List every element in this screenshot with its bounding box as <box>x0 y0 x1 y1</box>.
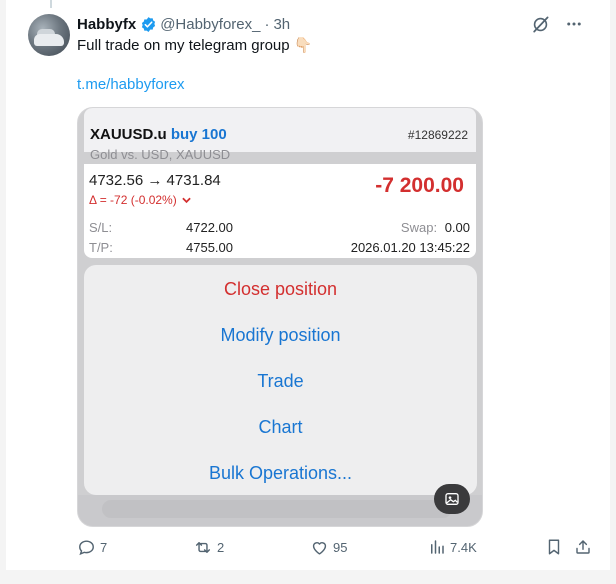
repost-icon <box>195 542 211 553</box>
tp-value: 4755.00 <box>186 240 233 255</box>
reply-button[interactable]: 7 <box>77 538 107 557</box>
reply-icon <box>79 540 94 556</box>
views-icon <box>431 540 444 554</box>
repost-button[interactable]: 2 <box>193 538 224 557</box>
ticket-number: #12869222 <box>407 128 468 142</box>
sl-value: 4722.00 <box>186 220 233 235</box>
top-actions <box>530 14 584 34</box>
tweet-header: Habbyfx @Habbyforex_ · 3h <box>77 14 290 34</box>
modify-position-button[interactable]: Modify position <box>84 325 477 346</box>
view-count: 7.4K <box>450 539 477 555</box>
trade-button[interactable]: Trade <box>84 371 477 392</box>
tp-label: T/P: <box>89 240 113 255</box>
trade-datetime: 2026.01.20 13:45:22 <box>350 240 470 255</box>
pointing-down-emoji: 👇🏻 <box>293 37 313 54</box>
engagement-bar: 7 2 95 7.4K <box>77 538 597 562</box>
bookmark-icon <box>548 539 560 555</box>
like-count: 95 <box>333 540 348 555</box>
share-icon <box>576 540 590 554</box>
price-delta: Δ = -72 (-0.02%) <box>89 193 191 207</box>
swap-label: Swap: <box>400 220 438 235</box>
display-name[interactable]: Habbyfx <box>77 16 136 33</box>
tweet-text-body: Full trade on my telegram group <box>77 37 290 54</box>
avatar[interactable] <box>28 14 70 56</box>
action-sheet: Close position Modify position Trade Cha… <box>84 265 477 495</box>
post-time[interactable]: 3h <box>273 16 290 33</box>
profit-value: -7 200.00 <box>375 174 464 197</box>
thread-line <box>50 0 52 8</box>
like-icon <box>312 542 327 555</box>
trade-symbol: XAUUSD.u buy 100 <box>90 126 227 143</box>
side-volume: buy 100 <box>170 126 227 143</box>
tweet-text: Full trade on my telegram group 👇🏻 <box>77 36 312 56</box>
alt-image-icon[interactable] <box>434 484 470 514</box>
blurred-tab-bar <box>102 500 452 518</box>
verified-badge-icon <box>142 16 156 32</box>
close-position-button[interactable]: Close position <box>84 279 477 300</box>
chart-button[interactable]: Chart <box>84 417 477 438</box>
like-button[interactable]: 95 <box>310 538 347 557</box>
sl-label: S/L: <box>89 220 113 235</box>
grok-icon[interactable] <box>530 14 550 34</box>
media-screenshot[interactable]: XAUUSD.u buy 100 Gold vs. USD, XAUUSD #1… <box>77 107 483 527</box>
share-button[interactable] <box>574 538 592 556</box>
symbol-name: XAUUSD.u <box>90 126 167 143</box>
symbol-description: Gold vs. USD, XAUUSD <box>90 147 231 162</box>
tweet: Habbyfx @Habbyforex_ · 3h Full trade on … <box>6 0 610 570</box>
telegram-link[interactable]: t.me/habbyforex <box>77 76 185 93</box>
chevron-down-icon <box>182 197 191 204</box>
bookmark-button[interactable] <box>545 538 563 556</box>
swap-value: 0.00 <box>444 220 470 235</box>
open-close-prices: 4732.56 → 4731.84 <box>89 172 221 189</box>
repost-count: 2 <box>217 540 225 555</box>
handle[interactable]: @Habbyforex_ <box>160 16 260 33</box>
bulk-operations-button[interactable]: Bulk Operations... <box>84 463 477 484</box>
views-button[interactable]: 7.4K <box>428 538 477 556</box>
more-icon[interactable] <box>564 14 584 34</box>
delta-text: Δ = -72 (-0.02%) <box>89 193 177 207</box>
separator-dot: · <box>264 15 270 33</box>
swap-field: Swap: 0.00 <box>401 220 470 235</box>
reply-count: 7 <box>100 540 108 555</box>
